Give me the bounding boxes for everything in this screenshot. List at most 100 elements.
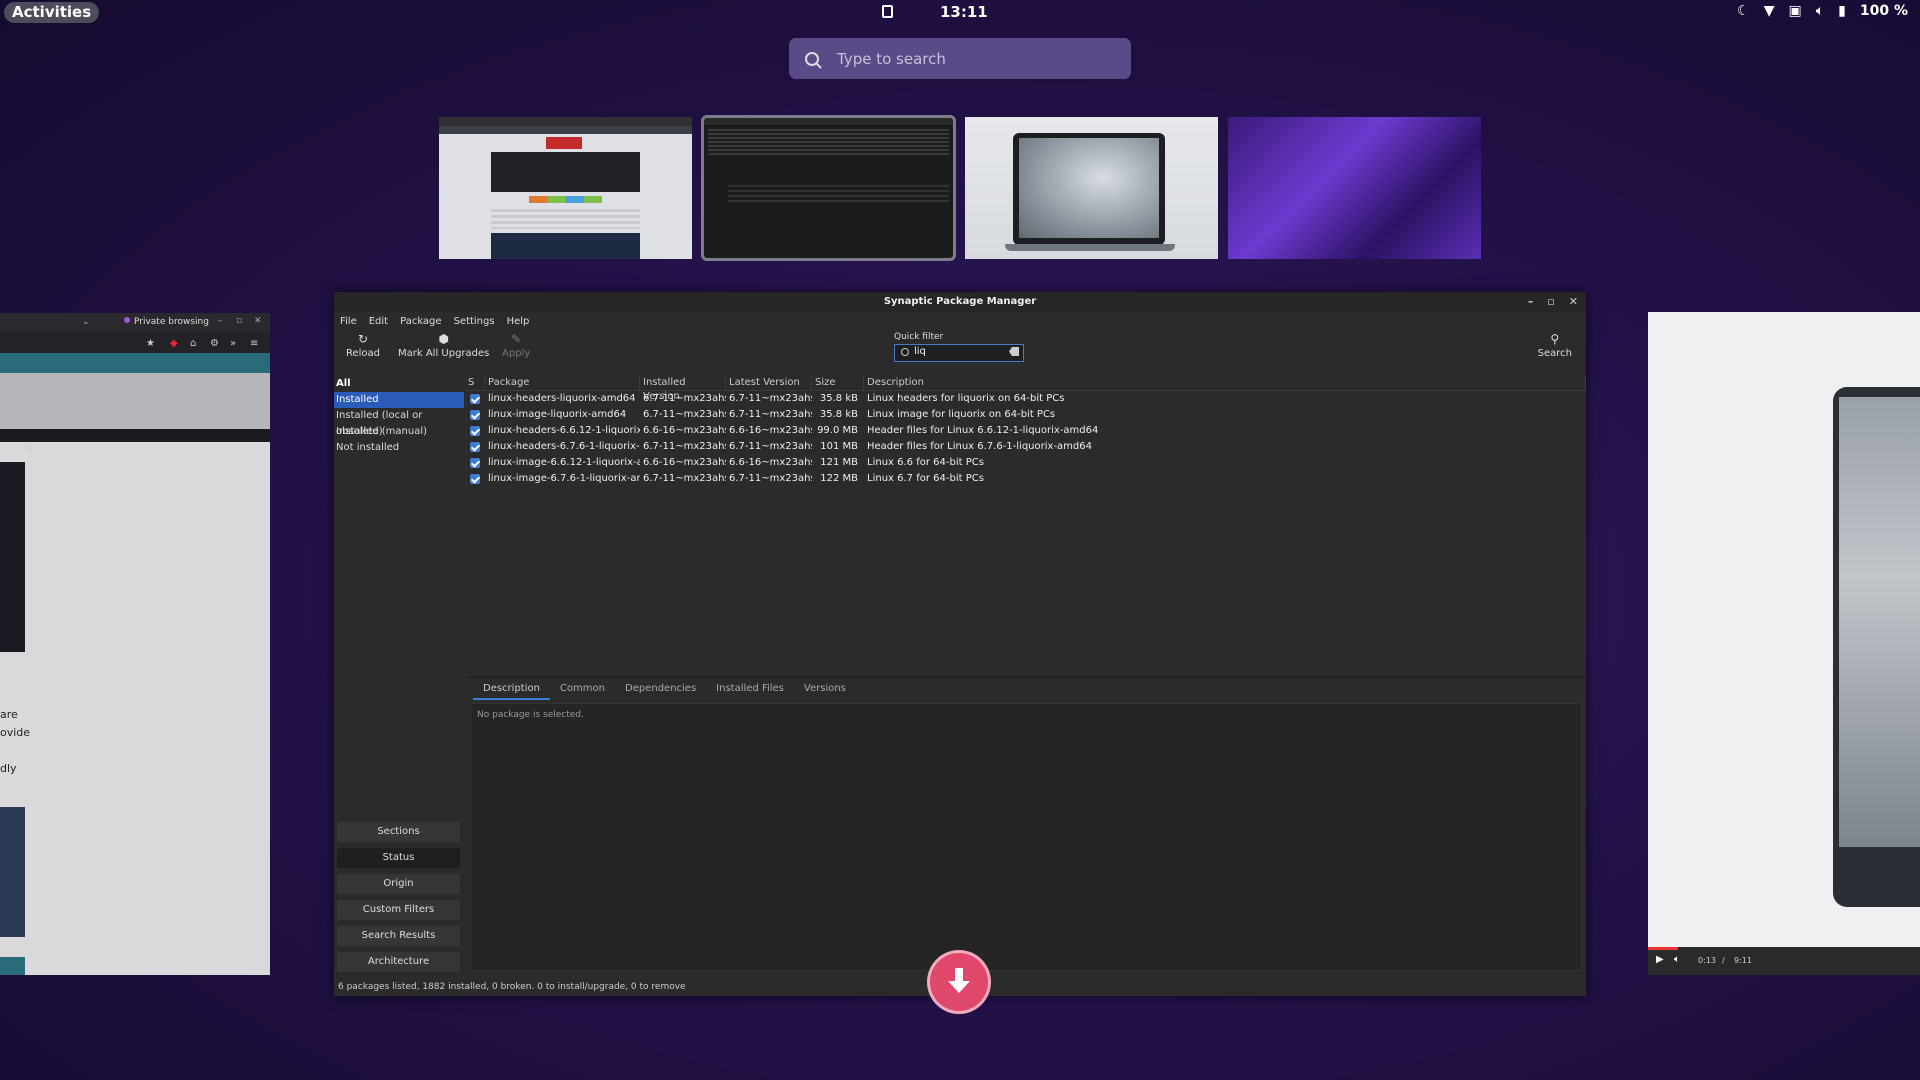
extension-icon[interactable]: ◆ — [170, 338, 178, 349]
latest-version: 6.7-11~mx23ahs — [729, 393, 812, 404]
gear-icon[interactable]: ⚙ — [210, 338, 219, 349]
wifi-icon: ▼ — [1763, 3, 1775, 19]
filter-not-installed[interactable]: Not installed — [334, 440, 464, 456]
clear-input-icon[interactable] — [1009, 347, 1019, 356]
download-arrow-icon[interactable] — [930, 953, 988, 1011]
filter-installed-manual[interactable]: Installed (manual) — [334, 424, 464, 440]
workspace-thumbnail-1[interactable] — [439, 117, 692, 259]
filter-installed-local[interactable]: Installed (local or obsolete) — [334, 408, 464, 437]
table-header: S Package Installed Version Latest Versi… — [465, 376, 1586, 402]
workspace-thumbnail-2-active[interactable] — [701, 115, 956, 261]
tab-versions[interactable]: Versions — [794, 678, 856, 700]
installed-checkbox[interactable] — [470, 426, 480, 436]
installed-version: 6.6-16~mx23ahs — [643, 425, 726, 436]
volume-icon[interactable]: 🔈︎ — [1674, 954, 1680, 965]
quick-filter-label: Quick filter — [894, 332, 944, 342]
search-results-button[interactable]: Search Results — [337, 926, 460, 946]
apply-button[interactable]: ✎ Apply — [502, 332, 530, 359]
minimize-icon[interactable]: – — [1528, 292, 1534, 312]
tab-common[interactable]: Common — [550, 678, 615, 700]
bookmark-star-icon[interactable]: ★ — [146, 338, 155, 349]
filter-installed[interactable]: Installed — [334, 392, 464, 408]
package-description: Header files for Linux 6.6.12-1-liquorix… — [867, 425, 1099, 436]
description-area: No package is selected. — [470, 703, 1582, 971]
play-icon[interactable]: ▶ — [1656, 954, 1664, 965]
tab-dependencies[interactable]: Dependencies — [615, 678, 706, 700]
quick-filter-box[interactable] — [894, 344, 1024, 362]
col-package[interactable]: Package — [485, 376, 640, 390]
clock[interactable]: 13:11 — [940, 3, 988, 21]
maximize-icon[interactable]: ▫ — [1547, 292, 1554, 312]
menu-help[interactable]: Help — [507, 312, 530, 332]
workspace-thumbnail-3[interactable] — [965, 117, 1218, 259]
search-input[interactable] — [835, 48, 1109, 69]
menu-icon[interactable]: ≡ — [250, 338, 258, 349]
menu-edit[interactable]: Edit — [369, 312, 388, 332]
details-pane: Description Common Dependencies Installe… — [467, 676, 1586, 972]
table-row[interactable]: linux-image-6.7.6-1-liquorix-amd646.7-11… — [465, 471, 1586, 487]
upgrade-shield-icon: ⬢ — [438, 332, 449, 346]
installed-checkbox[interactable] — [470, 410, 480, 420]
volume-icon: 🔈︎ — [1815, 3, 1825, 19]
window-title: Synaptic Package Manager — [883, 296, 1037, 307]
installed-checkbox[interactable] — [470, 442, 480, 452]
package-size: 35.8 kB — [819, 393, 858, 404]
installed-checkbox[interactable] — [470, 458, 480, 468]
status-button[interactable]: Status — [337, 848, 460, 868]
table-row[interactable]: linux-headers-6.7.6-1-liquorix-amd646.7-… — [465, 439, 1586, 455]
table-row[interactable]: linux-headers-liquorix-amd64 6.7-11~mx23a… — [465, 391, 1586, 407]
menu-file[interactable]: File — [340, 312, 357, 332]
installed-checkbox[interactable] — [470, 474, 480, 484]
overview-search[interactable] — [789, 38, 1131, 79]
overflow-icon[interactable]: » — [230, 338, 236, 349]
search-icon — [901, 348, 909, 356]
reload-button[interactable]: ↻ Reload — [346, 332, 380, 359]
origin-button[interactable]: Origin — [337, 874, 460, 894]
installed-checkbox[interactable] — [470, 394, 480, 404]
workspace-thumbnail-4[interactable] — [1228, 117, 1481, 259]
activities-button[interactable]: Activities — [4, 2, 100, 23]
window-titlebar[interactable]: Synaptic Package Manager – ▫ ✕ — [334, 292, 1586, 312]
chevron-down-icon[interactable]: ⌄ — [82, 317, 90, 327]
package-size: 122 MB — [820, 473, 858, 484]
close-icon[interactable]: ✕ — [1569, 292, 1578, 312]
minimize-icon[interactable]: – — [218, 316, 223, 326]
menu-package[interactable]: Package — [400, 312, 441, 332]
search-button[interactable]: ⚲ Search — [1538, 332, 1572, 359]
table-row[interactable]: linux-image-liquorix-amd64 6.7-11~mx23ahs… — [465, 407, 1586, 423]
package-description: Linux image for liquorix on 64-bit PCs — [867, 409, 1056, 420]
table-row[interactable]: linux-image-6.6.12-1-liquorix-amd646.6-1… — [465, 455, 1586, 471]
mark-all-upgrades-button[interactable]: ⬢ Mark All Upgrades — [398, 332, 489, 359]
puzzle-icon[interactable]: ⌂ — [190, 338, 196, 349]
menu-settings[interactable]: Settings — [454, 312, 495, 332]
no-selection-text: No package is selected. — [477, 710, 584, 720]
col-latest-version[interactable]: Latest Version — [726, 376, 812, 390]
filter-all[interactable]: All — [334, 376, 464, 392]
latest-version: 6.7-11~mx23ahs — [729, 409, 812, 420]
col-status[interactable]: S — [465, 376, 485, 390]
system-tray[interactable]: ☾ ▼ ▣ 🔈︎ ▮ 100 % — [1737, 3, 1908, 19]
col-description[interactable]: Description — [864, 376, 1586, 390]
sections-button[interactable]: Sections — [337, 822, 460, 842]
page-text: are ovide dly — [0, 708, 31, 775]
search-icon[interactable]: ⚲ — [26, 445, 33, 455]
custom-filters-button[interactable]: Custom Filters — [337, 900, 460, 920]
tab-description[interactable]: Description — [473, 678, 550, 700]
architecture-button[interactable]: Architecture — [337, 952, 460, 972]
col-installed-version[interactable]: Installed Version — [640, 376, 726, 402]
maximize-icon[interactable]: ▫ — [236, 316, 242, 326]
package-size: 35.8 kB — [819, 409, 858, 420]
package-name: linux-headers-6.7.6-1-liquorix-amd64 — [488, 441, 640, 452]
clipboard-icon[interactable] — [882, 5, 893, 18]
close-icon[interactable]: ✕ — [254, 316, 262, 326]
quick-filter: Quick filter — [894, 332, 1024, 362]
browser-window-partial[interactable]: ⌄ Private browsing – ▫ ✕ ★ ◆ ⌂ ⚙ » ≡ ⚲ a… — [0, 313, 270, 975]
quick-filter-input[interactable] — [914, 346, 1004, 357]
video-window-partial[interactable]: ▶ 🔈︎ 0:13 / 9:11 — [1648, 312, 1920, 975]
table-row[interactable]: linux-headers-6.6.12-1-liquorix-amd646.6… — [465, 423, 1586, 439]
col-size[interactable]: Size — [812, 376, 864, 390]
synaptic-window[interactable]: Synaptic Package Manager – ▫ ✕ File Edit… — [334, 292, 1586, 996]
latest-version: 6.7-11~mx23ahs — [729, 473, 812, 484]
package-description: Header files for Linux 6.7.6-1-liquorix-… — [867, 441, 1092, 452]
tab-installed-files[interactable]: Installed Files — [706, 678, 794, 700]
